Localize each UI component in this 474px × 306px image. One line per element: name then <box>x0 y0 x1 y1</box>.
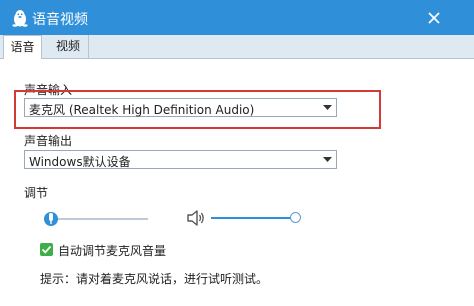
check-icon <box>41 245 52 254</box>
title-bar: 语音视频 <box>0 0 474 35</box>
audio-output-dropdown[interactable]: Windows默认设备 <box>24 150 337 169</box>
tab-strip: 语音 视频 <box>0 35 474 59</box>
chevron-down-icon <box>323 157 332 162</box>
close-icon <box>428 12 440 24</box>
auto-adjust-checkbox[interactable] <box>40 243 53 256</box>
mic-volume-slider[interactable] <box>58 218 148 220</box>
penguin-icon <box>10 8 30 28</box>
auto-adjust-label: 自动调节麦克风音量 <box>58 244 167 258</box>
window-title: 语音视频 <box>32 12 88 28</box>
speaker-volume-slider[interactable] <box>211 217 295 219</box>
voice-video-settings-window: 语音视频 语音 视频 声音输入 麦克风 (Realtek High Defini… <box>0 0 474 306</box>
speaker-volume-thumb[interactable] <box>290 212 301 223</box>
audio-output-label: 声音输出 <box>24 134 73 148</box>
audio-output-value: Windows默认设备 <box>29 155 131 169</box>
tab-voice[interactable]: 语音 <box>3 35 42 59</box>
close-button[interactable] <box>424 8 444 28</box>
tab-video[interactable]: 视频 <box>48 35 89 58</box>
adjust-label: 调节 <box>24 186 49 200</box>
speaker-volume-fill <box>211 217 295 219</box>
speaker-icon[interactable] <box>186 209 206 227</box>
hint-text: 提示：请对着麦克风说话，进行试听测试。 <box>40 272 269 286</box>
highlight-box <box>14 90 381 129</box>
